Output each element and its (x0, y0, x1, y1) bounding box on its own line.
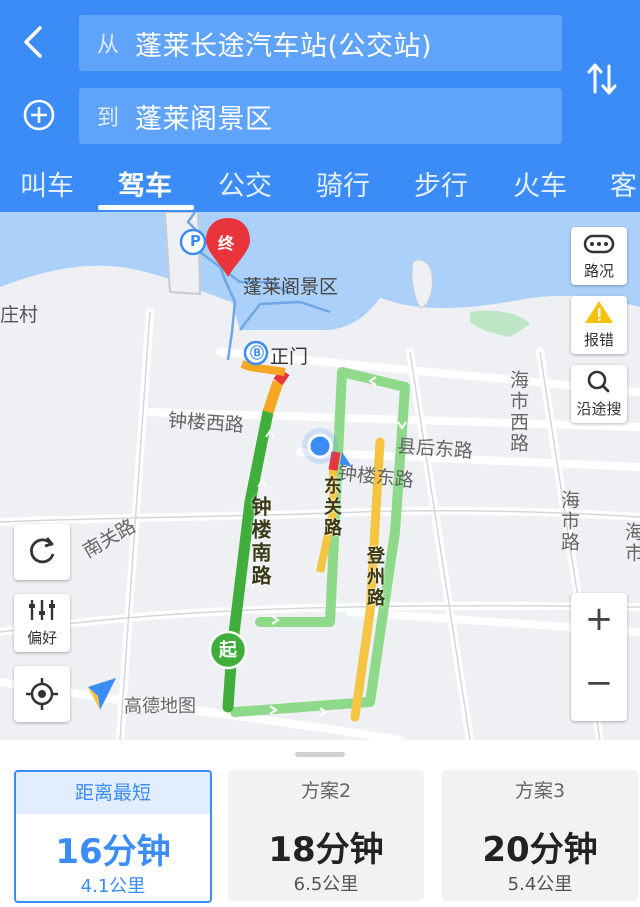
tab-drive[interactable]: 驾车 (118, 164, 172, 203)
destination-label: 蓬莱阁景区 (243, 276, 339, 298)
village-label: 庄村 (0, 304, 39, 326)
locate-button[interactable] (14, 666, 70, 722)
route-option-name: 方案2 (300, 780, 352, 802)
bus-stop-glyph: Ⓑ (250, 346, 264, 362)
transport-tabs: 叫车 驾车 公交 骑行 步行 火车 客 (0, 160, 640, 212)
report-error-label: 报错 (583, 331, 614, 349)
road-label-xianhou-east: 县后东路 (396, 435, 474, 463)
plus-circle-icon (23, 99, 55, 131)
end-marker-label: 终 (218, 234, 235, 253)
road-label-hai-partial: 海市 (622, 522, 640, 564)
road-label-zhonglou-south: 钟楼南路 (248, 496, 272, 588)
route-option-name: 方案3 (514, 780, 566, 802)
map-logo-text: 高德地图 (124, 696, 196, 717)
sheet-drag-handle[interactable] (295, 752, 345, 757)
route-option-name: 距离最短 (16, 772, 210, 814)
road-label-haishi: 海市路 (558, 490, 580, 553)
tab-coach[interactable]: 客 (610, 164, 637, 203)
origin-value: 蓬莱长途汽车站(公交站) (135, 30, 433, 62)
destination-value: 蓬莱阁景区 (135, 103, 273, 135)
route-option-time: 18分钟 (268, 830, 384, 870)
tab-walk[interactable]: 步行 (414, 164, 468, 203)
search-icon (587, 370, 610, 393)
traffic-button[interactable]: 路况 (571, 227, 627, 285)
back-arrow-icon (24, 26, 42, 58)
back-button[interactable] (14, 22, 54, 62)
route-option-distance: 6.5公里 (293, 874, 359, 895)
road-label-dongguan: 东关路 (321, 476, 342, 539)
add-waypoint-button[interactable] (20, 96, 60, 136)
route-option-distance: 5.4公里 (507, 874, 573, 895)
along-route-search-button[interactable]: 沿途搜 (571, 365, 627, 423)
zoom-control: + − (571, 593, 627, 721)
along-route-search-label: 沿途搜 (576, 400, 622, 418)
route-option-time: 16分钟 (55, 832, 171, 872)
origin-prefix: 从 (97, 33, 120, 58)
route-option-3[interactable]: 方案3 20分钟 5.4公里 (442, 770, 638, 901)
route-option-2[interactable]: 方案2 18分钟 6.5公里 (228, 770, 424, 901)
road-label-haishi-west: 海市西路 (507, 370, 529, 454)
road-label-dengzhou: 登州路 (364, 546, 385, 609)
road-label-zhonglou-west: 钟楼西路 (167, 409, 245, 437)
tab-taxi[interactable]: 叫车 (20, 164, 74, 203)
locate-crosshair-icon (26, 678, 58, 710)
origin-field[interactable]: 从 蓬莱长途汽车站(公交站) (79, 15, 562, 71)
active-tab-indicator (98, 205, 194, 210)
parking-label: P (190, 232, 201, 250)
destination-field[interactable]: 到 蓬莱阁景区 (79, 88, 562, 144)
warning-icon (585, 301, 613, 323)
destination-prefix: 到 (97, 106, 120, 131)
route-option-time: 20分钟 (482, 830, 598, 870)
zoom-out-button[interactable]: − (571, 663, 627, 703)
preference-button[interactable]: 偏好 (14, 594, 70, 652)
swap-arrows-icon (587, 63, 617, 95)
tab-train[interactable]: 火车 (513, 164, 567, 203)
zoom-in-button[interactable]: + (571, 599, 627, 639)
sliders-icon (29, 600, 55, 620)
swap-button[interactable] (583, 58, 623, 102)
map-view[interactable]: P 终 蓬莱阁景区 Ⓑ 正门 庄村 起 高德地图 钟楼西路 县后东路 钟楼东路 … (0, 212, 640, 740)
refresh-button[interactable] (14, 524, 70, 580)
current-location-dot (307, 433, 333, 459)
route-header: 从 蓬莱长途汽车站(公交站) 到 蓬莱阁景区 叫车 驾车 公交 骑行 步行 火车… (0, 0, 640, 212)
gate-label: 正门 (270, 346, 309, 368)
route-option-1[interactable]: 距离最短 16分钟 4.1公里 (14, 770, 212, 903)
traffic-icon (583, 234, 615, 254)
refresh-icon (30, 537, 55, 564)
tab-bike[interactable]: 骑行 (316, 164, 370, 203)
report-error-button[interactable]: 报错 (571, 296, 627, 354)
route-option-distance: 4.1公里 (80, 876, 146, 897)
tab-transit[interactable]: 公交 (218, 164, 272, 203)
start-marker-label: 起 (219, 640, 237, 661)
preference-label: 偏好 (26, 629, 57, 647)
traffic-label: 路况 (583, 262, 614, 280)
